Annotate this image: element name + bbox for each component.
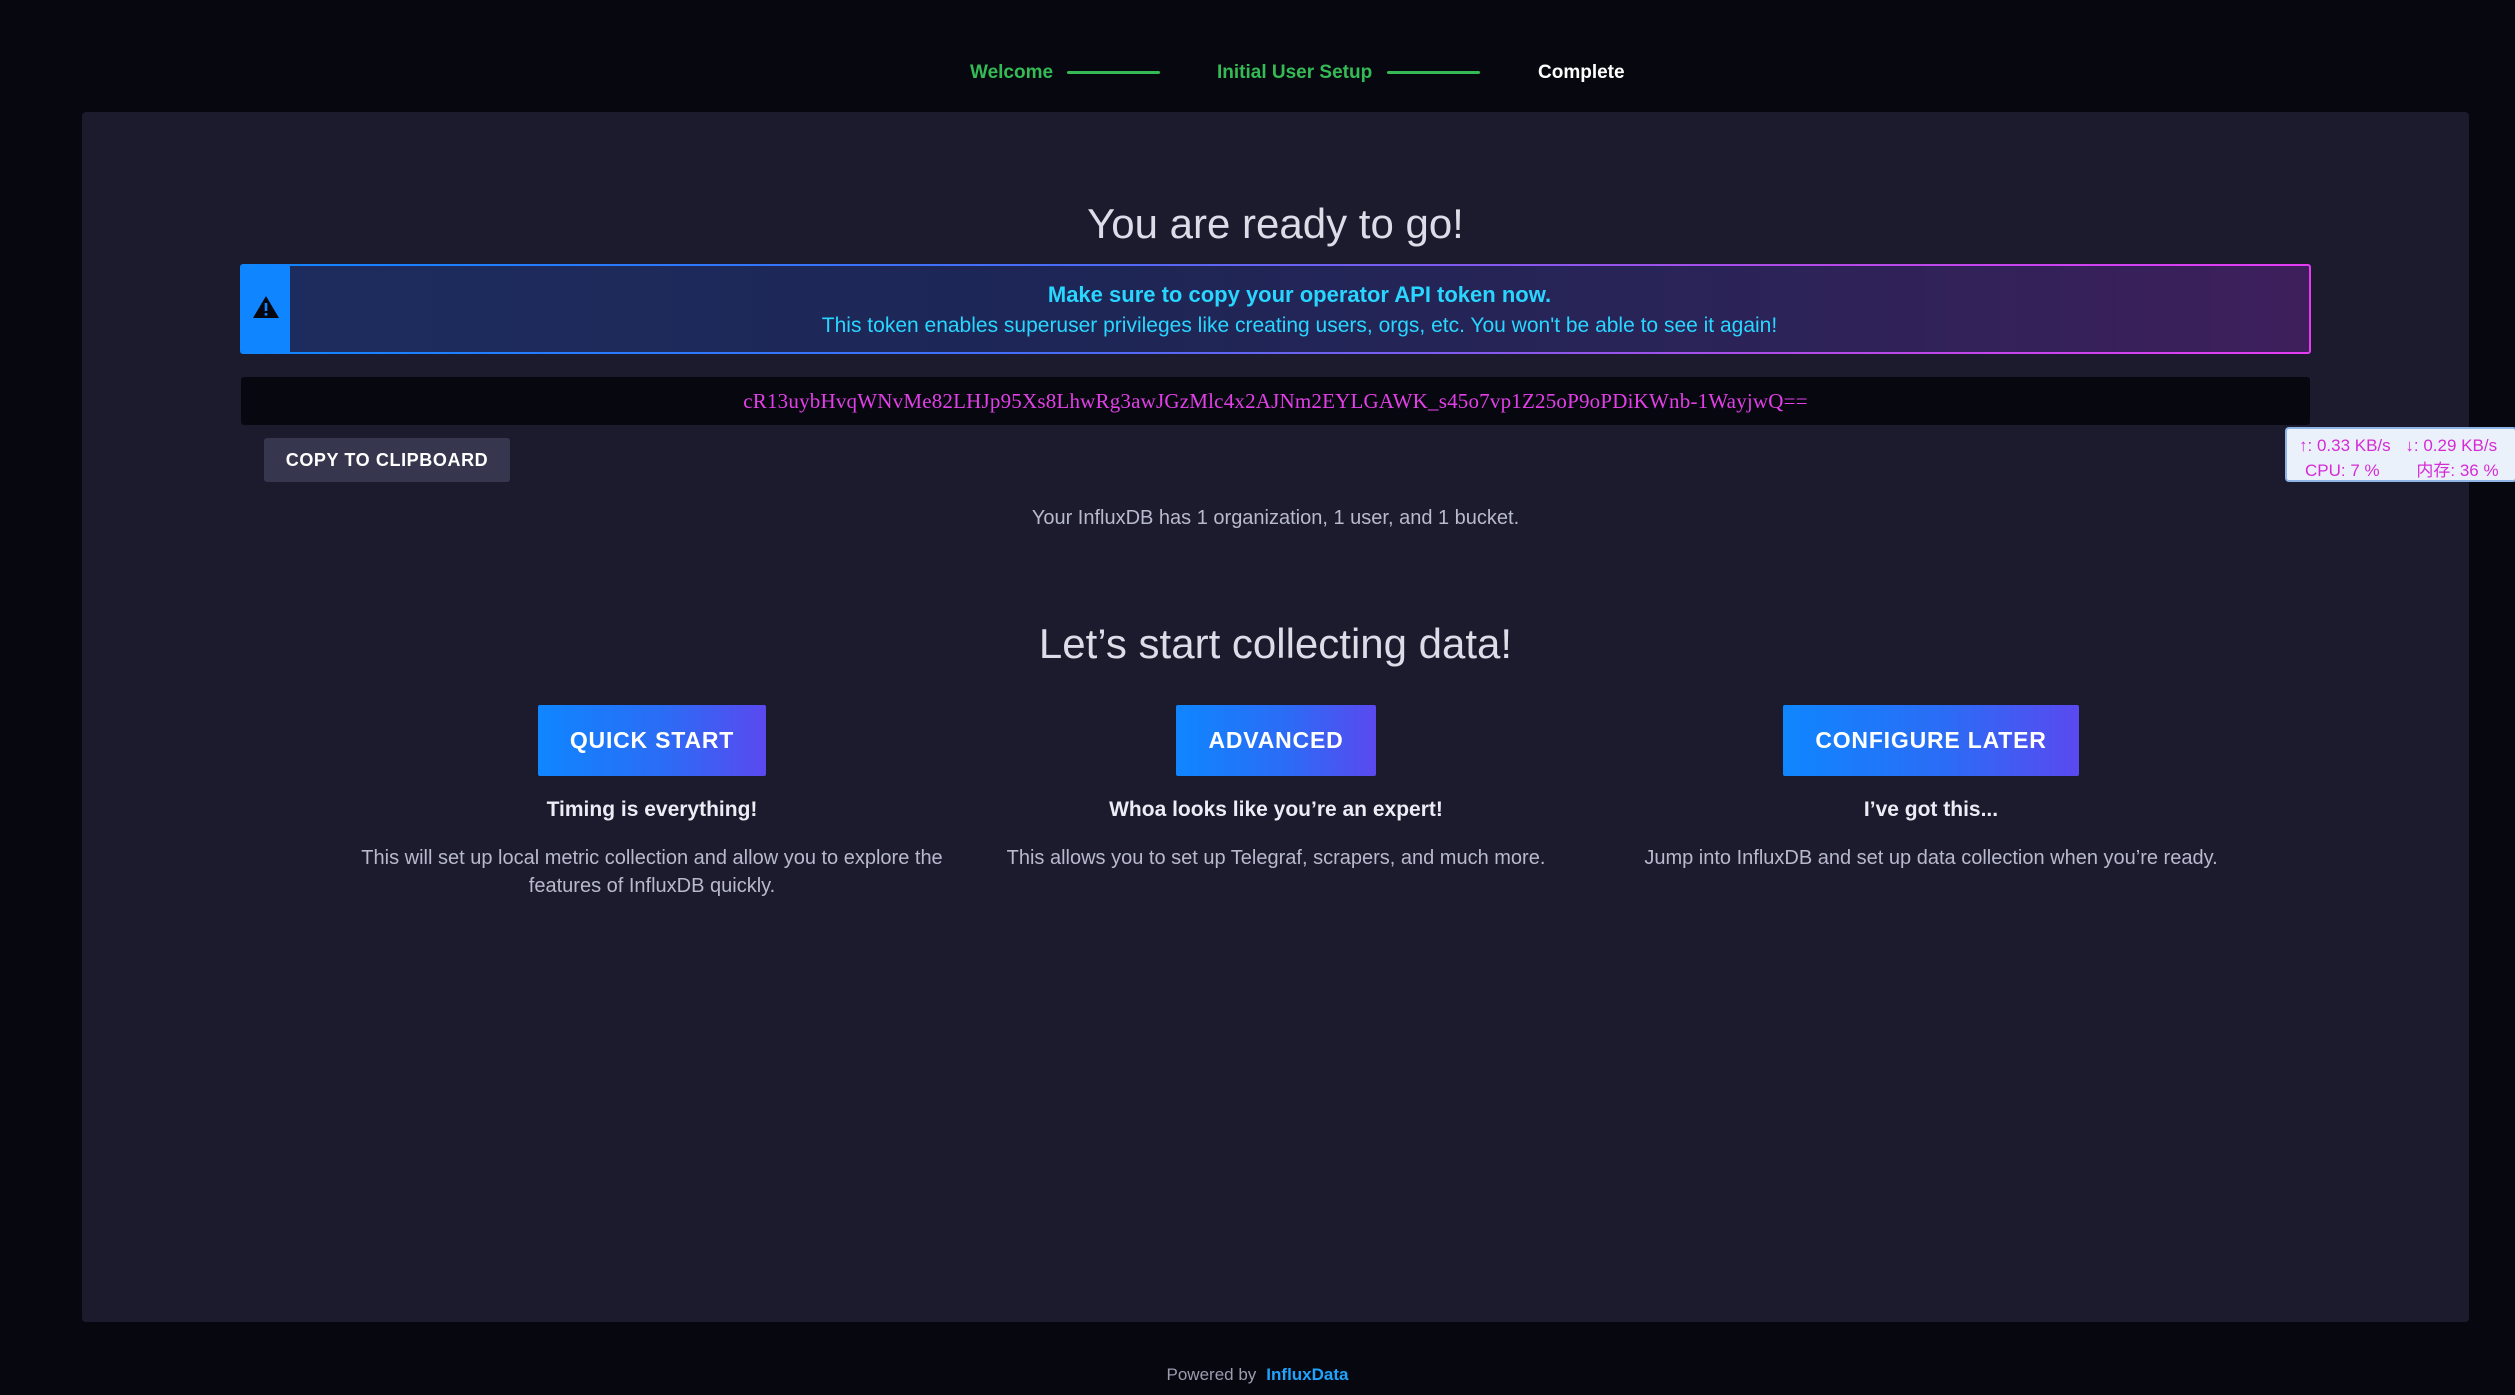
step-connector — [1387, 71, 1480, 74]
page-title: You are ready to go! — [1087, 200, 1464, 247]
setup-stepper: Welcome Initial User Setup Complete — [0, 56, 2515, 92]
option-heading: Whoa looks like you’re an expert! — [1109, 798, 1443, 821]
configure-later-button[interactable]: CONFIGURE LATER — [1783, 705, 2079, 776]
advanced-button[interactable]: ADVANCED — [1176, 705, 1376, 776]
warning-triangle-icon — [252, 294, 280, 325]
alert-icon-box — [242, 266, 290, 352]
memory-usage: 内存: 36 % — [2416, 461, 2499, 480]
upload-speed: ↑: 0.33 KB/s — [2299, 436, 2391, 455]
option-heading: I’ve got this... — [1863, 798, 1999, 821]
token-warning-alert: Make sure to copy your operator API toke… — [240, 264, 2311, 354]
collect-data-title: Let’s start collecting data! — [1038, 620, 1513, 667]
netmon-usage-row: CPU: 7 % 内存: 36 % — [2299, 458, 2515, 483]
option-heading: Timing is everything! — [546, 798, 758, 821]
alert-title: Make sure to copy your operator API toke… — [1047, 282, 1552, 307]
option-advanced: ADVANCED Whoa looks like you’re an exper… — [926, 705, 1626, 872]
option-quick-start: QUICK START Timing is everything! This w… — [302, 705, 1002, 900]
network-monitor-widget[interactable]: ↑: 0.33 KB/s ↓: 0.29 KB/s CPU: 7 % 内存: 3… — [2285, 427, 2515, 482]
copy-to-clipboard-button[interactable]: COPY TO CLIPBOARD — [264, 438, 510, 482]
api-token-field[interactable]: cR13uybHvqWNvMe82LHJp95Xs8LhwRg3awJGzMlc… — [241, 377, 2310, 425]
quick-start-button[interactable]: QUICK START — [537, 705, 767, 776]
footer: Powered by InfluxData — [0, 1365, 2515, 1385]
powered-by-label: Powered by — [1166, 1365, 1257, 1384]
download-speed: ↓: 0.29 KB/s — [2405, 436, 2498, 455]
instance-summary: Your InfluxDB has 1 organization, 1 user… — [1031, 507, 1520, 529]
cpu-usage: CPU: 7 % — [2305, 461, 2380, 480]
option-configure-later: CONFIGURE LATER I’ve got this... Jump in… — [1581, 705, 2281, 872]
step-connector — [1067, 71, 1160, 74]
option-description: This allows you to set up Telegraf, scra… — [1006, 847, 1546, 869]
netmon-speed-row: ↑: 0.33 KB/s ↓: 0.29 KB/s — [2299, 433, 2515, 458]
alert-text: This token enables superuser privileges … — [821, 314, 1778, 337]
influxdata-link[interactable]: InfluxData — [1266, 1365, 1348, 1384]
setup-complete-panel: You are ready to go! Make sure to copy y… — [82, 112, 2469, 1322]
step-welcome: Welcome — [970, 62, 1054, 83]
step-complete: Complete — [1538, 62, 1625, 83]
option-description: Jump into InfluxDB and set up data colle… — [1644, 847, 2218, 869]
option-description: This will set up local metric collection… — [361, 847, 943, 897]
step-initial-user-setup: Initial User Setup — [1217, 62, 1373, 83]
